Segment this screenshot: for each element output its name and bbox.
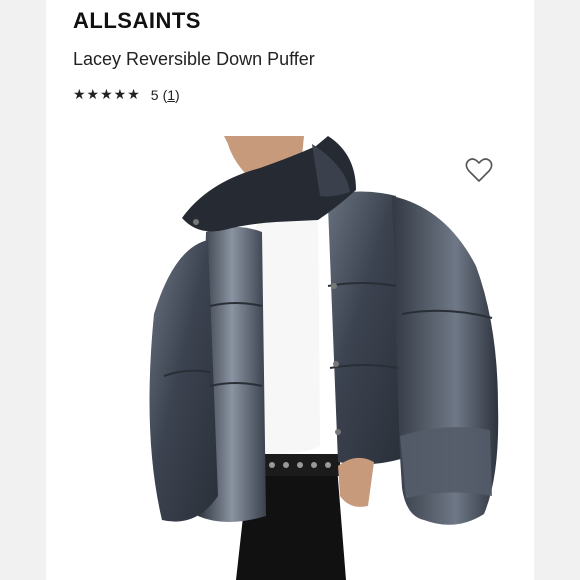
product-card: ALLSAINTS Lacey Reversible Down Puffer ★… bbox=[46, 0, 534, 580]
review-count-link[interactable]: 1 bbox=[167, 87, 175, 103]
review-count: (1) bbox=[162, 86, 180, 103]
brand-name[interactable]: ALLSAINTS bbox=[73, 8, 201, 34]
rating-score: 5 bbox=[150, 86, 159, 103]
heart-outline-icon[interactable] bbox=[464, 155, 494, 185]
product-image[interactable] bbox=[106, 136, 526, 580]
product-title: Lacey Reversible Down Puffer bbox=[73, 49, 315, 69]
page: ALLSAINTS Lacey Reversible Down Puffer ★… bbox=[0, 0, 580, 580]
rating-row: ★★★★★ 5 (1) bbox=[73, 86, 180, 103]
star-rating-icon: ★★★★★ bbox=[73, 86, 141, 102]
